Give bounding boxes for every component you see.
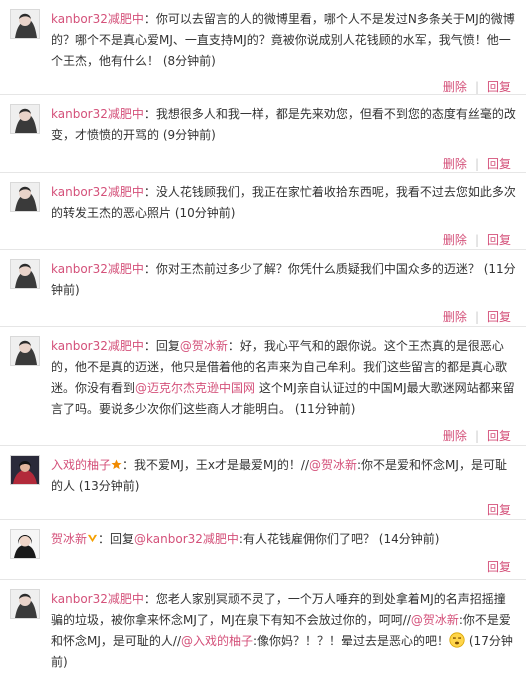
avatar[interactable] (10, 455, 40, 485)
action-divider: | (474, 310, 479, 324)
reply-link[interactable]: 回复 (487, 310, 511, 324)
reply-link[interactable]: 回复 (487, 429, 511, 443)
dizzy-face-emoji-icon (449, 632, 465, 648)
comment-body: ：回复 (98, 532, 135, 546)
comment-text: kanbor32减肥中：没人花钱顾我们，我正在家忙着收拾东西呢，我看不过去您如此… (51, 182, 516, 224)
comment-author-link[interactable]: 贺冰新 (51, 532, 87, 546)
mention-link[interactable]: @入戏的柚子 (181, 634, 253, 648)
action-divider: | (474, 157, 479, 171)
comment-actions: 删除 | 回复 (443, 428, 511, 444)
comment-item: kanbor32减肥中：我想很多人和我一样，都是先来劝您，但看不到您的态度有丝毫… (0, 95, 526, 173)
comment-text: 入戏的柚子 ：我不爱MJ，王x才是最爱MJ的！//@贺冰新:你不是爱和怀念MJ，是… (51, 455, 516, 497)
delete-link[interactable]: 删除 (443, 310, 467, 324)
mention-link[interactable]: @贺冰新 (309, 458, 357, 472)
delete-link[interactable]: 删除 (443, 80, 467, 94)
avatar[interactable] (10, 529, 40, 559)
comment-list: kanbor32减肥中：你可以去留言的人的微博里看，哪个人不是发过N多条关于MJ… (0, 0, 526, 682)
avatar[interactable] (10, 259, 40, 289)
delete-link[interactable]: 删除 (443, 429, 467, 443)
reply-link[interactable]: 回复 (487, 80, 511, 94)
comment-actions: 删除 | 回复 (443, 309, 511, 325)
comment-text: 贺冰新 ：回复@kanbor32减肥中:有人花钱雇佣你们了吧？ (14分钟前) (51, 529, 516, 550)
comment-actions: 删除 | 回复 (443, 79, 511, 95)
delete-link[interactable]: 删除 (443, 157, 467, 171)
mention-link[interactable]: @贺冰新 (180, 339, 228, 353)
comment-item: kanbor32减肥中：你可以去留言的人的微博里看，哪个人不是发过N多条关于MJ… (0, 0, 526, 95)
reply-link[interactable]: 回复 (487, 560, 511, 574)
comment-item: kanbor32减肥中：您老人家别冥顽不灵了，一个万人唾弃的到处拿着MJ的名声招… (0, 580, 526, 682)
comment-text: kanbor32减肥中：你对王杰前过多少了解？你凭什么质疑我们中国众多的迈迷？ … (51, 259, 516, 301)
comment-actions: 回复 (487, 502, 511, 518)
action-divider: | (474, 80, 479, 94)
action-divider: | (474, 233, 479, 247)
reply-link[interactable]: 回复 (487, 503, 511, 517)
comment-text: kanbor32减肥中：您老人家别冥顽不灵了，一个万人唾弃的到处拿着MJ的名声招… (51, 589, 516, 673)
comment-author-link[interactable]: kanbor32减肥中 (51, 12, 144, 26)
comment-actions: 删除 | 回复 (443, 156, 511, 172)
comment-text: kanbor32减肥中：你可以去留言的人的微博里看，哪个人不是发过N多条关于MJ… (51, 9, 516, 72)
comment-author-link[interactable]: kanbor32减肥中 (51, 185, 144, 199)
comment-body: :像你妈？！？！晕过去是恶心的吧！ (253, 634, 450, 648)
comment-author-link[interactable]: kanbor32减肥中 (51, 592, 144, 606)
vip-badge-icon (111, 456, 122, 470)
reply-link[interactable]: 回复 (487, 157, 511, 171)
mention-link[interactable]: @贺冰新 (411, 613, 459, 627)
comment-item: kanbor32减肥中：回复@贺冰新：好，我心平气和的跟你说。这个王杰真的是很恶… (0, 327, 526, 446)
comment-item: kanbor32减肥中：没人花钱顾我们，我正在家忙着收拾东西呢，我看不过去您如此… (0, 173, 526, 250)
comment-item: 贺冰新 ：回复@kanbor32减肥中:有人花钱雇佣你们了吧？ (14分钟前) 回… (0, 520, 526, 580)
avatar[interactable] (10, 182, 40, 212)
comment-body: ：回复 (143, 339, 180, 353)
mention-link[interactable]: @kanbor32减肥中 (134, 532, 239, 546)
avatar[interactable] (10, 104, 40, 134)
reply-link[interactable]: 回复 (487, 233, 511, 247)
avatar[interactable] (10, 336, 40, 366)
comment-author-link[interactable]: kanbor32减肥中 (51, 107, 144, 121)
comment-body: :有人花钱雇佣你们了吧？ (14分钟前) (238, 532, 440, 546)
comment-item: 入戏的柚子 ：我不爱MJ，王x才是最爱MJ的！//@贺冰新:你不是爱和怀念MJ，是… (0, 446, 526, 520)
comment-author-link[interactable]: 入戏的柚子 (51, 458, 111, 472)
vip-badge-icon (87, 530, 98, 543)
comment-author-link[interactable]: kanbor32减肥中 (51, 262, 144, 276)
comment-actions: 回复 (487, 559, 511, 575)
comment-item: kanbor32减肥中：你对王杰前过多少了解？你凭什么质疑我们中国众多的迈迷？ … (0, 250, 526, 327)
avatar[interactable] (10, 9, 40, 39)
comment-body: ：我不爱MJ，王x才是最爱MJ的！// (122, 458, 309, 472)
action-divider: | (474, 429, 479, 443)
comment-text: kanbor32减肥中：回复@贺冰新：好，我心平气和的跟你说。这个王杰真的是很恶… (51, 336, 516, 420)
delete-link[interactable]: 删除 (443, 233, 467, 247)
mention-link[interactable]: @迈克尔杰克逊中国网 (135, 381, 255, 395)
comment-actions: 删除 | 回复 (443, 232, 511, 248)
comment-text: kanbor32减肥中：我想很多人和我一样，都是先来劝您，但看不到您的态度有丝毫… (51, 104, 516, 146)
avatar[interactable] (10, 589, 40, 619)
comment-author-link[interactable]: kanbor32减肥中 (51, 339, 144, 353)
comment-body: // (172, 634, 181, 648)
